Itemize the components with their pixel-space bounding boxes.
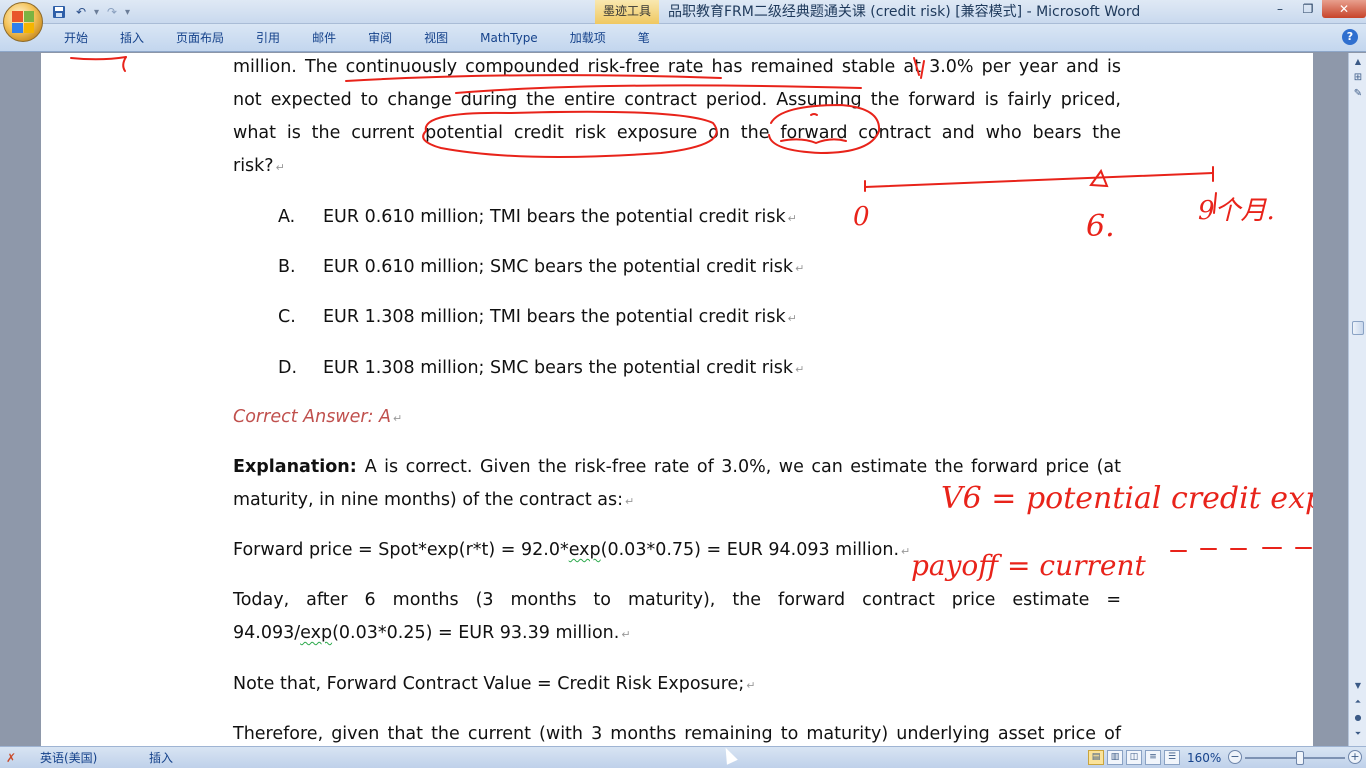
vertical-scrollbar[interactable]: ▲ ⊞ ✎ ▼ ⏶ ● ⏷: [1348, 53, 1366, 746]
office-logo-icon: [12, 11, 34, 33]
question-line-1: million. The continuously compounded ris…: [233, 57, 1121, 77]
ribbon: 开始 插入 页面布局 引用 邮件 审阅 视图 MathType 加载项 笔 ?: [0, 24, 1366, 52]
scroll-down-icon[interactable]: ▼: [1351, 679, 1365, 693]
undo-icon[interactable]: ↶: [72, 3, 90, 21]
draft-view-icon[interactable]: ☰: [1164, 750, 1180, 765]
option-a: A. EUR 0.610 million; TMI bears the poten…: [278, 207, 797, 227]
tab-mailings[interactable]: 邮件: [296, 28, 352, 48]
explanation-line-2: maturity, in nine months) of the contrac…: [233, 490, 635, 510]
zoom-level[interactable]: 160%: [1187, 749, 1221, 767]
today-estimate: Today, after 6 months (3 months to matur…: [233, 584, 1121, 651]
ink-tools-context-label: 墨迹工具: [595, 0, 659, 24]
insert-mode-indicator[interactable]: 插入: [149, 749, 173, 767]
question-text: million. The continuously compounded ris…: [233, 53, 1121, 184]
ink-timeline-0: 0: [853, 202, 870, 232]
office-button[interactable]: [3, 2, 43, 42]
option-d: D. EUR 1.308 million; SMC bears the poten…: [278, 358, 805, 378]
spelling-check-icon[interactable]: ✗: [6, 749, 16, 767]
ink-9-stroke: [1213, 192, 1217, 214]
language-indicator[interactable]: 英语(美国): [40, 749, 97, 767]
select-browse-object-icon[interactable]: ●: [1351, 711, 1365, 725]
document-page[interactable]: million. The continuously compounded ris…: [41, 53, 1313, 746]
zoom-out-button[interactable]: −: [1228, 750, 1242, 764]
ribbon-tabs: 开始 插入 页面布局 引用 邮件 审阅 视图 MathType 加载项 笔: [48, 28, 666, 48]
ink-top-left-hook: [122, 56, 127, 72]
customize-qat-icon[interactable]: ▾: [125, 7, 130, 18]
help-icon[interactable]: ?: [1342, 29, 1358, 45]
previous-page-icon[interactable]: ⏶: [1351, 695, 1365, 709]
zoom-in-button[interactable]: +: [1348, 750, 1362, 764]
print-layout-view-icon[interactable]: ▤: [1088, 750, 1104, 765]
ink-pen-icon[interactable]: ✎: [1351, 87, 1365, 101]
undo-dropdown-icon[interactable]: ▾: [94, 7, 99, 18]
tab-pen[interactable]: 笔: [622, 28, 666, 48]
correct-answer: Correct Answer: A ↵: [233, 407, 403, 427]
tab-insert[interactable]: 插入: [104, 28, 160, 48]
document-area: million. The continuously compounded ris…: [0, 53, 1348, 746]
today-line-1: Today, after 6 months (3 months to matur…: [233, 590, 1121, 610]
question-line-2: not expected to change during the entire…: [233, 90, 1121, 110]
scroll-up-icon[interactable]: ▲: [1351, 55, 1365, 69]
web-layout-icon[interactable]: ◫: [1126, 750, 1142, 765]
tab-review[interactable]: 审阅: [352, 28, 408, 48]
explanation: Explanation: A is correct. Given the ris…: [233, 451, 1121, 518]
today-line-2: 94.093/exp(0.03*0.25) = EUR 93.39 millio…: [233, 623, 631, 643]
tab-references[interactable]: 引用: [240, 28, 296, 48]
explanation-line-1: Explanation: A is correct. Given the ris…: [233, 457, 1121, 477]
redo-icon[interactable]: ↷: [103, 3, 121, 21]
next-page-icon[interactable]: ⏷: [1351, 727, 1365, 741]
zoom-slider-track[interactable]: [1245, 757, 1345, 759]
ruler-toggle-icon[interactable]: ⊞: [1351, 71, 1365, 85]
minimize-button[interactable]: –: [1266, 0, 1294, 18]
ink-timeline-9: 9个月.: [1198, 196, 1275, 226]
therefore-line: Therefore, given that the current (with …: [233, 724, 1121, 744]
question-line-3: what is the current potential credit ris…: [233, 123, 1121, 143]
title-bar: ↶ ▾ ↷ ▾ 墨迹工具 品职教育FRM二级经典题通关课 (credit ris…: [0, 0, 1366, 24]
tab-home[interactable]: 开始: [48, 28, 104, 48]
close-button[interactable]: ✕: [1322, 0, 1366, 18]
tab-view[interactable]: 视图: [408, 28, 464, 48]
option-c: C. EUR 1.308 million; TMI bears the poten…: [278, 307, 797, 327]
tab-mathtype[interactable]: MathType: [464, 28, 554, 48]
window-controls: – ❐ ✕: [1266, 0, 1366, 20]
ink-dashes: [1170, 547, 1312, 552]
tab-add-ins[interactable]: 加载项: [554, 28, 622, 48]
ink-text: 0 6. 9个月. V6 = potential credit exposure…: [853, 196, 1313, 582]
save-icon[interactable]: [50, 3, 68, 21]
note-line: Note that, Forward Contract Value = Cred…: [233, 674, 756, 694]
tab-page-layout[interactable]: 页面布局: [160, 28, 240, 48]
window-title: 品职教育FRM二级经典题通关课 (credit risk) [兼容模式] - M…: [668, 4, 1141, 20]
full-screen-reading-icon[interactable]: ▥: [1107, 750, 1123, 765]
forward-price-formula: Forward price = Spot*exp(r*t) = 92.0*exp…: [233, 540, 911, 560]
quick-access-toolbar: ↶ ▾ ↷ ▾: [50, 3, 130, 21]
zoom-slider-thumb[interactable]: [1296, 751, 1304, 765]
ink-top-left-stroke: [70, 56, 127, 61]
scroll-thumb[interactable]: [1352, 321, 1364, 335]
option-b: B. EUR 0.610 million; SMC bears the poten…: [278, 257, 805, 277]
view-buttons: ▤ ▥ ◫ ≡ ☰: [1088, 750, 1180, 765]
restore-button[interactable]: ❐: [1294, 0, 1322, 18]
outline-view-icon[interactable]: ≡: [1145, 750, 1161, 765]
ink-timeline-6: 6.: [1086, 209, 1115, 244]
status-bar: ✗ 英语(美国) 插入 ▤ ▥ ◫ ≡ ☰ 160% − +: [0, 746, 1366, 768]
question-line-4: risk? ↵: [233, 156, 285, 176]
